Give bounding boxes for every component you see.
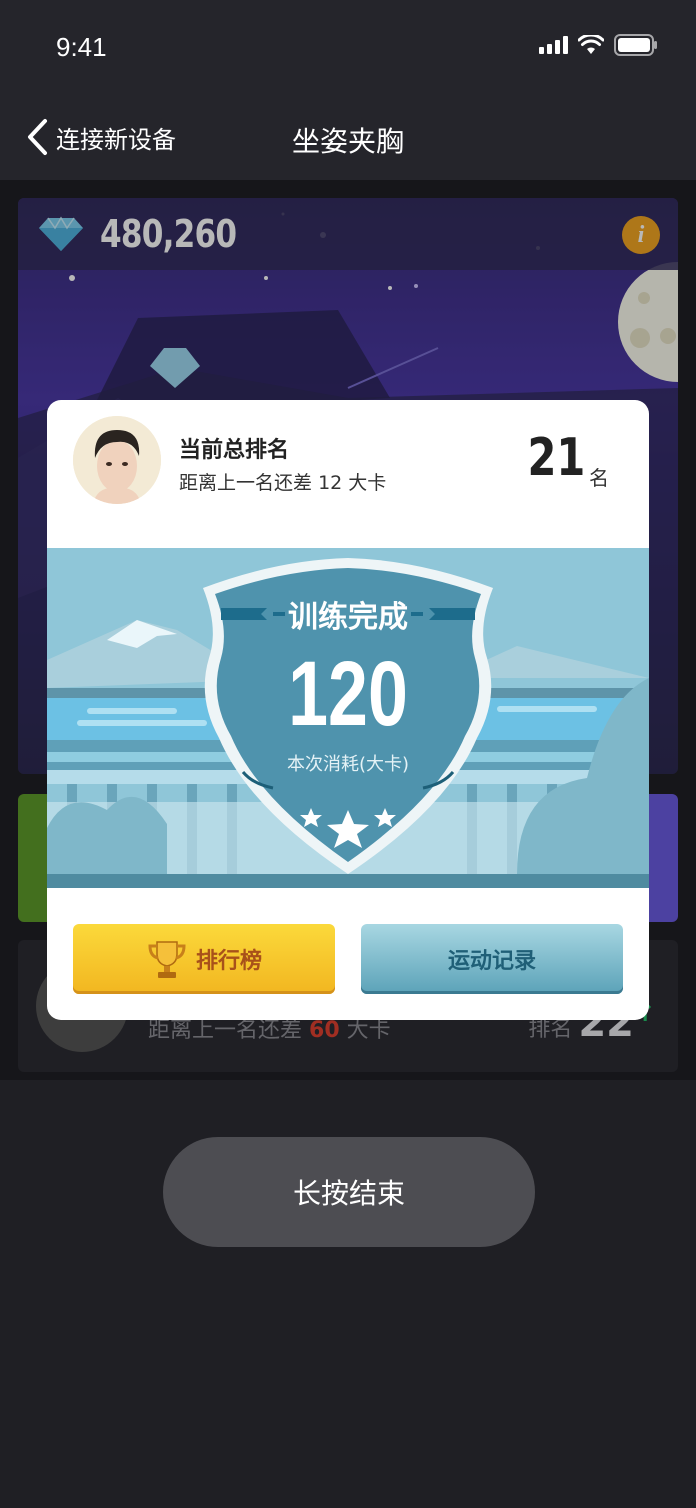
exercise-records-label: 运动记录 (447, 949, 536, 974)
exercise-records-button[interactable]: 运动记录 (361, 924, 623, 994)
page-title: 坐姿夹胸 (291, 125, 404, 158)
rank-sub-prefix: 距离上一名还差 (179, 472, 313, 494)
long-press-end-button[interactable]: 长按结束 (163, 1137, 535, 1247)
rank-unit: 名 (589, 466, 609, 490)
calories-label: 本次消耗(大卡) (286, 754, 410, 775)
user-portrait (73, 416, 161, 504)
trophy-icon (148, 941, 186, 978)
modal-header: 当前总排名 距离上一名还差 12 大卡 21 名 (47, 400, 649, 548)
leaderboard-label: 排行榜 (195, 949, 262, 974)
rank-sub-unit: 大卡 (348, 472, 387, 494)
shield-title: 训练完成 (288, 600, 408, 635)
rank-subtitle: 距离上一名还差 12 大卡 (179, 468, 386, 495)
rank-title: 当前总排名 (179, 438, 290, 463)
status-icons (539, 34, 658, 56)
rank-sub-value: 12 (318, 472, 343, 494)
status-time: 9:41 (56, 32, 107, 62)
status-bar: 9:41 (0, 0, 696, 96)
user-avatar (73, 416, 161, 504)
training-complete-modal: 当前总排名 距离上一名还差 12 大卡 21 名 训练完成 120 本次消耗(大… (47, 400, 649, 1020)
nav-bar: 连接新设备 坐姿夹胸 (0, 96, 696, 180)
wifi-icon (578, 35, 604, 54)
calories-value: 120 (288, 643, 408, 745)
leaderboard-button[interactable]: 排行榜 (73, 924, 335, 994)
battery-icon (614, 34, 657, 56)
achievement-scene: 训练完成 120 本次消耗(大卡) (47, 548, 649, 888)
end-button-label: 长按结束 (292, 1177, 405, 1210)
signal-icon (539, 36, 568, 54)
rank-number: 21 (527, 428, 585, 488)
